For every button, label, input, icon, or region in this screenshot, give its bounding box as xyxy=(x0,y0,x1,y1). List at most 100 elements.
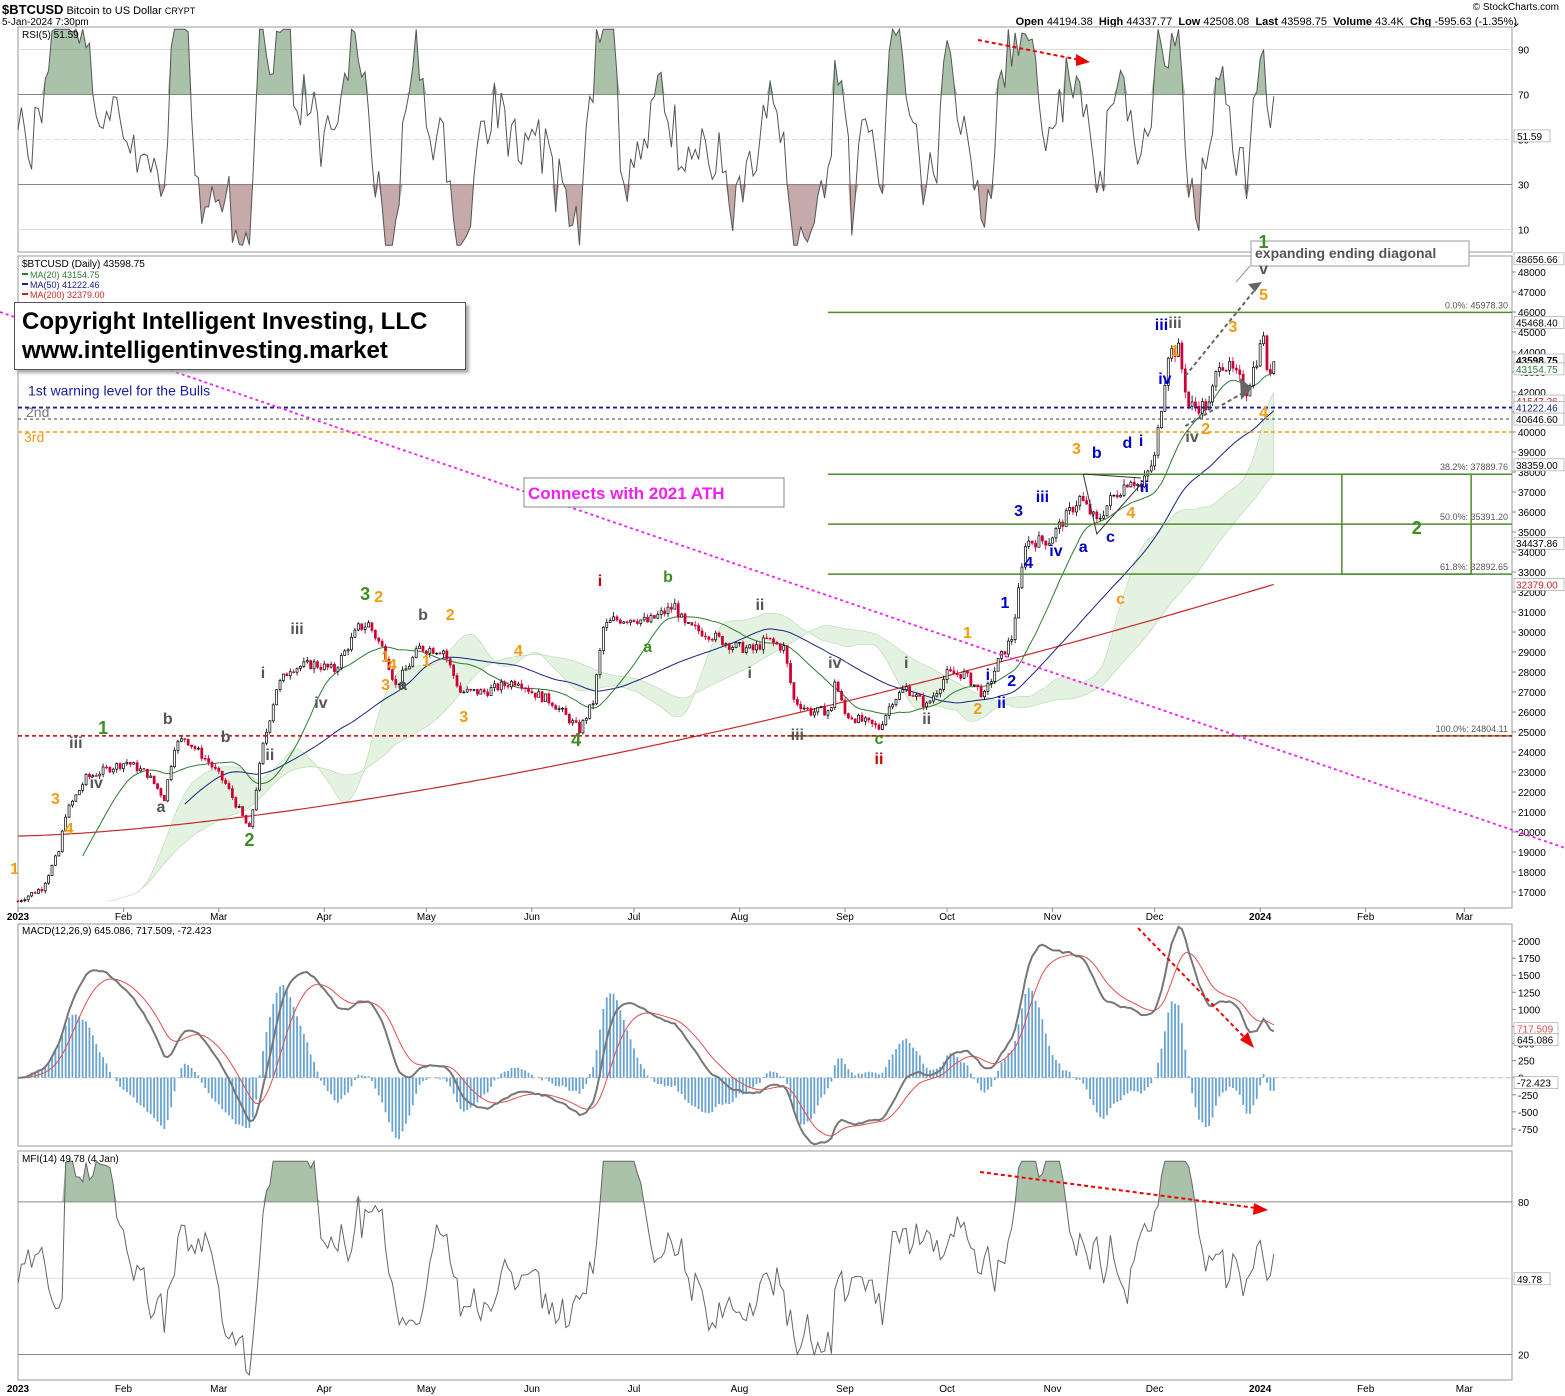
macd-hist-bar xyxy=(330,1077,332,1095)
macd-hist-bar xyxy=(653,1077,656,1083)
macd-hist-bar xyxy=(956,1057,959,1078)
candle-body xyxy=(1105,505,1109,517)
candle-body xyxy=(687,622,690,624)
candle-body xyxy=(758,644,762,650)
candle-body xyxy=(1109,495,1112,507)
candle-body xyxy=(26,895,30,901)
candle-body xyxy=(248,822,251,828)
ma50-line xyxy=(184,410,1275,805)
mfi-overbought-fill xyxy=(18,1161,1274,1202)
macd-hist-bar xyxy=(905,1038,908,1078)
macd-hist-bar xyxy=(1095,1077,1098,1113)
candle-body xyxy=(77,790,81,796)
candle-body xyxy=(775,642,779,645)
macd-hist-bar xyxy=(1184,1049,1187,1078)
candle-body xyxy=(598,650,602,676)
candle-body xyxy=(135,762,139,772)
candle-body xyxy=(612,616,615,621)
candle-body xyxy=(700,630,704,637)
candle-body xyxy=(601,626,605,651)
macd-hist-bar xyxy=(1123,1077,1125,1096)
mfi-xtick-label: Jul xyxy=(628,1384,641,1395)
wave-label: a xyxy=(398,677,407,694)
candle-body xyxy=(108,767,112,773)
candle-body xyxy=(101,766,105,775)
macd-hist-bar xyxy=(1109,1077,1112,1109)
candle-body xyxy=(47,875,50,884)
macd-hist-bar xyxy=(1027,987,1030,1078)
price-xtick-label: Nov xyxy=(1044,912,1062,923)
macd-ytick-label: -250 xyxy=(1518,1091,1538,1102)
chart-svg: 1700018000190002000021000220002300024000… xyxy=(0,26,1565,1395)
wave-label: iv xyxy=(90,775,103,792)
candle-body xyxy=(1197,405,1201,414)
price-xtick-label: Jul xyxy=(628,912,641,923)
macd-hist-bar xyxy=(578,1077,581,1094)
candle-body xyxy=(316,661,319,668)
candle-body xyxy=(816,706,820,713)
macd-hist-bar xyxy=(776,1072,778,1078)
rsi-ytick-label: 10 xyxy=(1518,226,1530,237)
price-xtick-label: Feb xyxy=(1357,912,1375,923)
candle-body xyxy=(670,606,673,610)
candle-body xyxy=(530,691,534,694)
wave-label: 4 xyxy=(1024,555,1033,572)
macd-hist-bar xyxy=(439,1077,441,1080)
macd-hist-bar xyxy=(1129,1077,1132,1091)
wave-label: 3 xyxy=(51,791,60,808)
wave-label: v xyxy=(1259,261,1268,278)
diagonal-pointer xyxy=(1235,265,1251,283)
candle-body xyxy=(1211,385,1214,403)
macd-hist-bar xyxy=(1211,1077,1214,1118)
macd-hist-bar xyxy=(908,1042,911,1078)
candle-body xyxy=(707,636,711,640)
candle-body xyxy=(268,720,272,733)
candle-body xyxy=(714,632,718,641)
macd-hist-bar xyxy=(255,1077,258,1100)
wave-label: 2 xyxy=(973,701,982,718)
macd-hist-bar xyxy=(364,1076,367,1078)
candle-body xyxy=(54,855,57,866)
candle-body xyxy=(874,723,877,726)
macd-ytick-label: 1750 xyxy=(1518,954,1541,965)
macd-hist-bar xyxy=(1194,1077,1197,1108)
candle-body xyxy=(622,621,626,624)
macd-hist-bar xyxy=(394,1077,397,1138)
rsi-last-value: 51.59 xyxy=(1517,132,1542,143)
macd-hist-bar xyxy=(493,1077,496,1081)
price-xtick-label: Mar xyxy=(210,912,228,923)
wave-label: a xyxy=(643,639,652,656)
mfi-last-value: 49.78 xyxy=(1517,1275,1542,1286)
candle-body xyxy=(1075,505,1078,513)
candle-body xyxy=(1054,528,1058,539)
macd-hist-bar xyxy=(1017,1024,1020,1078)
candle-body xyxy=(533,692,537,698)
wave-label: iv xyxy=(1049,543,1062,560)
macd-hist-bar xyxy=(769,1071,772,1078)
macd-hist-bar xyxy=(758,1077,761,1084)
macd-hist-bar xyxy=(547,1077,550,1082)
candle-body xyxy=(1006,640,1010,655)
price-xtick-label: 2023 xyxy=(7,912,30,923)
candle-body xyxy=(792,682,796,700)
price-ytick-label: 18000 xyxy=(1518,868,1546,879)
macd-hist-bar xyxy=(347,1077,350,1093)
wave-label: 5 xyxy=(1259,287,1268,304)
candle-body xyxy=(1214,371,1218,387)
candle-body xyxy=(1017,587,1020,619)
candle-body xyxy=(1265,335,1269,370)
candle-body xyxy=(561,707,564,710)
candle-body xyxy=(833,681,837,708)
macd-hist-bar xyxy=(102,1057,104,1078)
macd-hist-bar xyxy=(95,1044,98,1078)
macd-hist-bar xyxy=(98,1052,101,1078)
macd-hist-bar xyxy=(302,1033,305,1078)
candle-body xyxy=(149,775,153,778)
ichimoku-cloud xyxy=(106,391,1275,902)
macd-hist-bar xyxy=(558,1077,561,1087)
candle-body xyxy=(765,637,769,640)
price-ytick-label: 19000 xyxy=(1518,848,1546,859)
macd-hist-bar xyxy=(820,1077,823,1098)
candle-body xyxy=(217,768,221,772)
macd-hist-bar xyxy=(772,1071,775,1078)
